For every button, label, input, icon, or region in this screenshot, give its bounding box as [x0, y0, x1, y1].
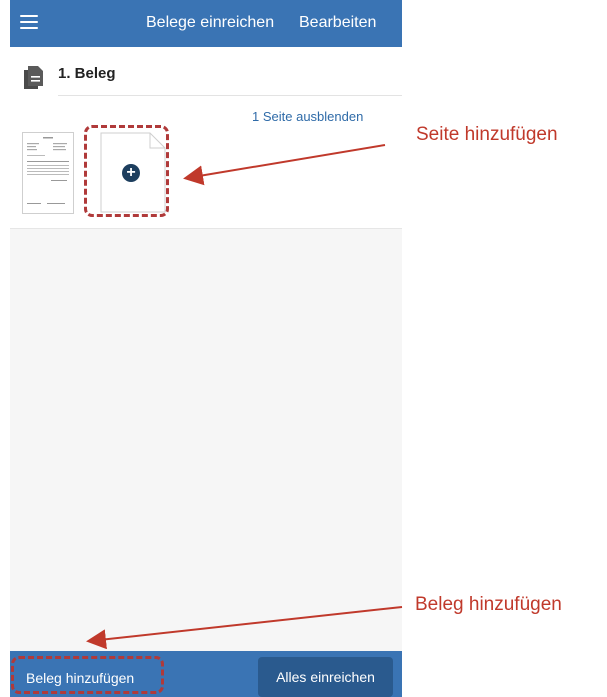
content-area — [10, 229, 402, 651]
page-title: Belege einreichen — [146, 14, 275, 31]
receipt-preview — [27, 137, 69, 204]
divider — [58, 95, 402, 96]
submit-all-button[interactable]: Alles einreichen — [258, 657, 393, 697]
highlight-add-beleg — [11, 656, 164, 694]
beleg-title: 1. Beleg — [58, 65, 116, 82]
app-screen: Belege einreichen Bearbeiten 1. Beleg 1 … — [10, 0, 402, 697]
header-bar: Belege einreichen Bearbeiten — [10, 0, 402, 47]
highlight-add-page — [84, 125, 169, 217]
page-thumbnail[interactable] — [22, 132, 74, 214]
callout-add-beleg: Beleg hinzufügen — [415, 594, 562, 615]
hamburger-icon[interactable] — [20, 12, 40, 32]
callout-add-page: Seite hinzufügen — [416, 124, 558, 145]
edit-button[interactable]: Bearbeiten — [299, 14, 376, 32]
hide-pages-link[interactable]: 1 Seite ausblenden — [252, 109, 363, 124]
document-icon — [24, 66, 43, 89]
